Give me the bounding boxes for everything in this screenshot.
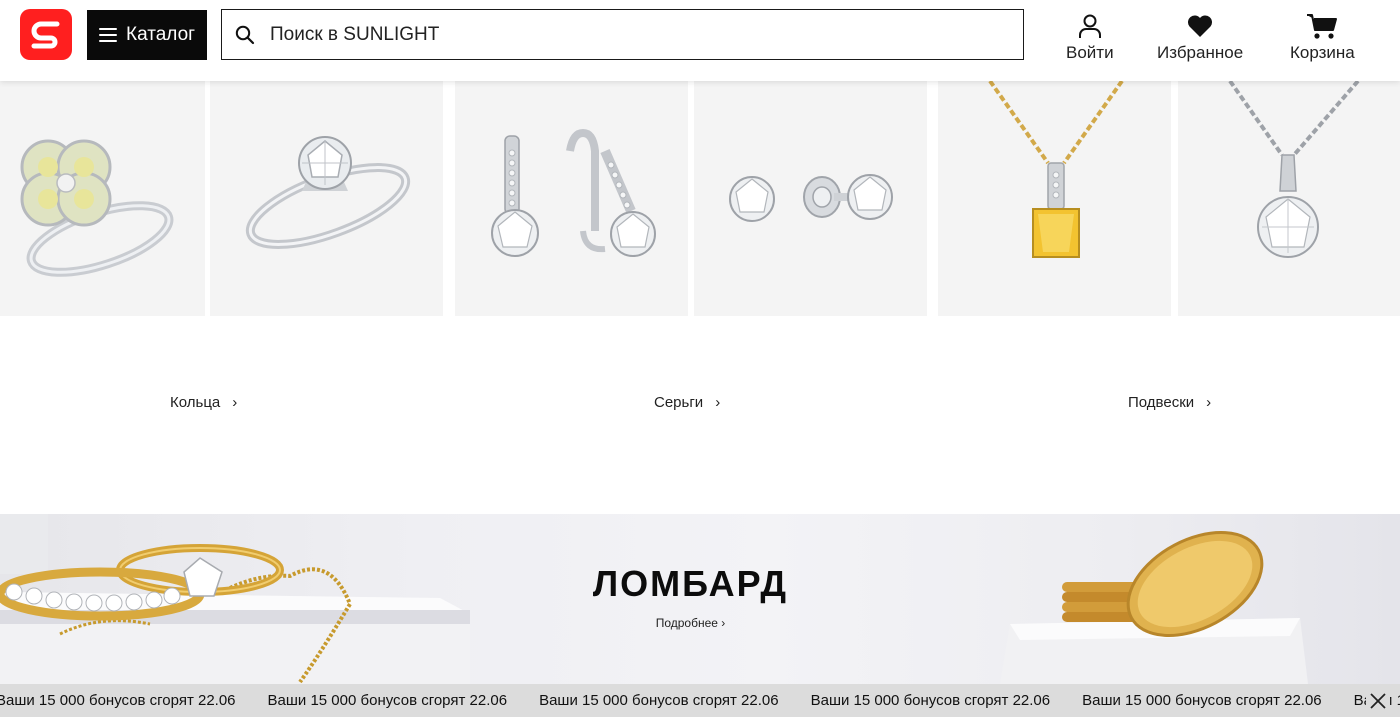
ticker-item: Ваши 15 000 бонусов сгорят 22.06	[539, 692, 779, 709]
category-label: Подвески	[1128, 394, 1195, 411]
user-icon	[1077, 12, 1103, 40]
category-link-pendants[interactable]: Подвески ›	[1128, 394, 1211, 411]
pendant-icon	[1228, 81, 1360, 258]
ticker-track: Ваши 15 000 бонусов сгорят 22.06 Ваши 15…	[0, 684, 1400, 717]
earrings-icon	[729, 174, 893, 222]
pendant-icon	[988, 81, 1124, 258]
cart-button[interactable]: Корзина	[1290, 12, 1355, 63]
heart-icon	[1186, 12, 1214, 40]
menu-icon	[99, 28, 117, 42]
ticker-item: Ваши 15 000 бонусов сгорят 22.06	[267, 692, 508, 709]
ring-icon	[245, 136, 411, 249]
brand-logo[interactable]	[20, 9, 72, 60]
login-label: Войти	[1066, 43, 1114, 62]
cart-label: Корзина	[1290, 43, 1355, 62]
category-label: Серьги	[654, 394, 704, 411]
product-tiles	[0, 81, 1400, 316]
close-icon	[1370, 693, 1386, 709]
catalog-button[interactable]: Каталог	[87, 10, 207, 60]
product-tile-pendant-silver[interactable]	[1178, 81, 1400, 316]
sunlight-logo-icon	[31, 21, 60, 48]
chevron-right-icon: ›	[715, 394, 721, 411]
favorites-label: Избранное	[1157, 43, 1244, 62]
ticker-item: Ваши 15 000 бонусов сгорят 22.06	[0, 692, 236, 709]
category-link-rings[interactable]: Кольца ›	[170, 394, 237, 411]
earrings-icon	[491, 128, 656, 257]
pawnshop-banner[interactable]: ЛОМБАРД Подробнее ›	[0, 514, 1400, 684]
category-link-earrings[interactable]: Серьги ›	[654, 394, 720, 411]
cart-icon	[1306, 12, 1338, 40]
category-label: Кольца	[170, 394, 221, 411]
product-tile-earrings-stud[interactable]	[694, 81, 927, 316]
chevron-right-icon: ›	[232, 394, 238, 411]
close-ticker-button[interactable]	[1366, 689, 1390, 713]
favorites-button[interactable]: Избранное	[1157, 12, 1243, 63]
product-tile-earrings-drop[interactable]	[455, 81, 688, 316]
site-header: Каталог Войти Избранное	[0, 0, 1400, 81]
login-button[interactable]: Войти	[1066, 12, 1114, 63]
gold-coins-image	[1000, 531, 1308, 684]
product-tile-ring-solitaire[interactable]	[210, 81, 443, 316]
bonus-ticker: Ваши 15 000 бонусов сгорят 22.06 Ваши 15…	[0, 684, 1400, 717]
product-tile-pendant-gold[interactable]	[938, 81, 1171, 316]
search-input[interactable]	[270, 23, 990, 46]
ring-icon	[20, 139, 174, 277]
ticker-item: Ваши 15 000 бонусов сгорят 22.06	[810, 692, 1051, 709]
chevron-right-icon: ›	[1206, 394, 1212, 411]
product-tile-ring-flower[interactable]	[0, 81, 205, 316]
search-icon	[235, 25, 255, 44]
search-bar[interactable]	[221, 9, 1024, 60]
catalog-label: Каталог	[126, 24, 196, 45]
ticker-item: Ваши 15 000 бонусов сгорят 22.06	[1082, 692, 1322, 709]
